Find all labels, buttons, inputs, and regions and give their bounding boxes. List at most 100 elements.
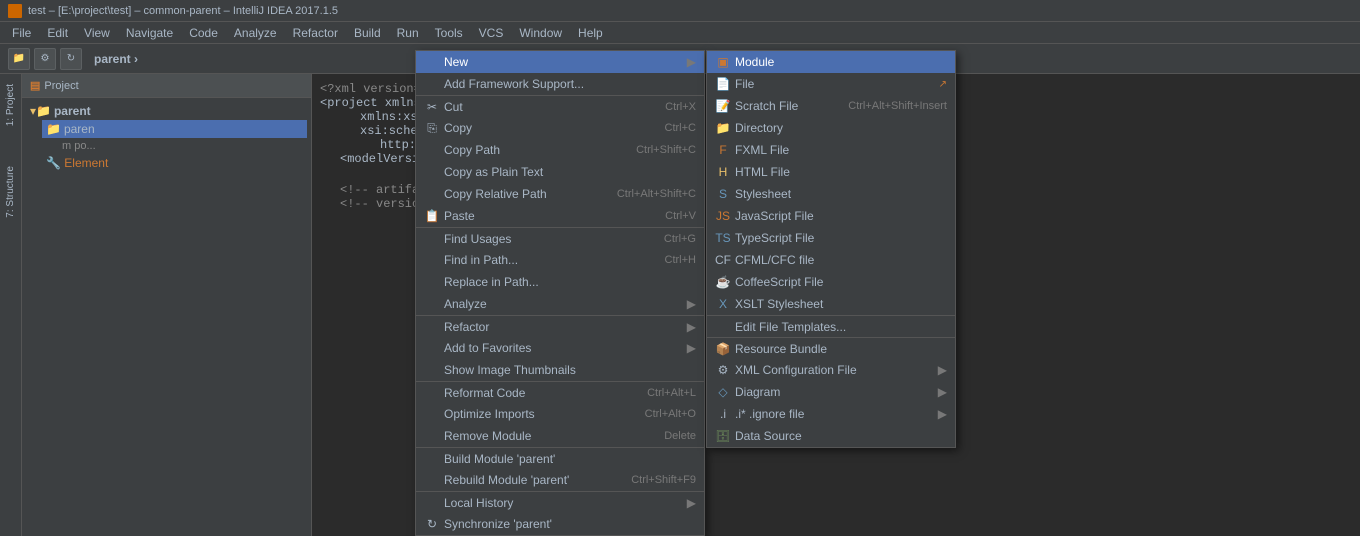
sub-label-xml-config: XML Configuration File: [735, 363, 934, 377]
menu-view[interactable]: View: [76, 24, 118, 42]
menu-run[interactable]: Run: [389, 24, 427, 42]
dir-icon: 📁: [715, 120, 731, 136]
ctx-item-new[interactable]: New ▶: [416, 51, 704, 73]
menu-vcs[interactable]: VCS: [471, 24, 512, 42]
ctx-item-refactor[interactable]: Refactor ▶: [416, 315, 704, 337]
tree-item-label: parent: [54, 104, 91, 118]
sub-item-css[interactable]: S Stylesheet: [707, 183, 955, 205]
ctx-item-find-usages[interactable]: Find Usages Ctrl+G: [416, 227, 704, 249]
cfml-icon: CF: [715, 252, 731, 268]
sub-item-dir[interactable]: 📁 Directory: [707, 117, 955, 139]
ctx-item-find-path[interactable]: Find in Path... Ctrl+H: [416, 249, 704, 271]
ctx-item-paste[interactable]: 📋 Paste Ctrl+V: [416, 205, 704, 227]
ctx-item-analyze[interactable]: Analyze ▶: [416, 293, 704, 315]
menu-file[interactable]: File: [4, 24, 39, 42]
sub-item-file[interactable]: 📄 File ↗: [707, 73, 955, 95]
tree-item-element[interactable]: 🔧 Element: [42, 154, 307, 172]
ctx-item-synchronize[interactable]: ↻ Synchronize 'parent': [416, 513, 704, 535]
menu-navigate[interactable]: Navigate: [118, 24, 181, 42]
sub-label-module: Module: [735, 55, 947, 69]
ctx-item-thumbnails[interactable]: Show Image Thumbnails: [416, 359, 704, 381]
gitignore-icon: .i: [715, 406, 731, 422]
module-icon: ▣: [715, 54, 731, 70]
menu-refactor[interactable]: Refactor: [285, 24, 346, 42]
sub-item-xslt[interactable]: X XSLT Stylesheet: [707, 293, 955, 315]
ctx-item-copy-plain[interactable]: Copy as Plain Text: [416, 161, 704, 183]
sub-item-scratch[interactable]: 📝 Scratch File Ctrl+Alt+Shift+Insert: [707, 95, 955, 117]
paste-icon: 📋: [424, 208, 440, 224]
ctx-label-thumbnails: Show Image Thumbnails: [444, 363, 696, 377]
sub-item-fxml[interactable]: F FXML File: [707, 139, 955, 161]
sub-item-datasource[interactable]: 🗄 Data Source: [707, 425, 955, 447]
ctx-item-copy-path[interactable]: Copy Path Ctrl+Shift+C: [416, 139, 704, 161]
ctx-item-build[interactable]: Build Module 'parent': [416, 447, 704, 469]
ctx-item-remove-module[interactable]: Remove Module Delete: [416, 425, 704, 447]
menu-build[interactable]: Build: [346, 24, 389, 42]
ctx-item-favorites[interactable]: Add to Favorites ▶: [416, 337, 704, 359]
ctx-label-local-history: Local History: [444, 496, 683, 510]
tree-item-parent[interactable]: ▾📁 parent: [26, 102, 307, 120]
title-text: test – [E:\project\test] – common-parent…: [28, 5, 338, 17]
sub-label-js: JavaScript File: [735, 209, 947, 223]
menu-code[interactable]: Code: [181, 24, 226, 42]
menu-help[interactable]: Help: [570, 24, 611, 42]
sub-item-html[interactable]: H HTML File: [707, 161, 955, 183]
js-icon: JS: [715, 208, 731, 224]
menu-tools[interactable]: Tools: [427, 24, 471, 42]
toolbar-sync-btn[interactable]: ↻: [60, 48, 82, 70]
build-icon: [424, 451, 440, 467]
vtab-structure[interactable]: 7: Structure: [5, 166, 16, 218]
menu-edit[interactable]: Edit: [39, 24, 76, 42]
sub-item-bundle[interactable]: 📦 Resource Bundle: [707, 337, 955, 359]
ctx-label-cut: Cut: [444, 100, 645, 114]
ctx-item-replace-path[interactable]: Replace in Path...: [416, 271, 704, 293]
ctx-label-reformat: Reformat Code: [444, 386, 627, 400]
sub-label-coffee: CoffeeScript File: [735, 275, 947, 289]
breadcrumb: parent ›: [94, 52, 138, 66]
sub-item-js[interactable]: JS JavaScript File: [707, 205, 955, 227]
sub-label-gitignore: .i* .ignore file: [735, 407, 934, 421]
sub-item-gitignore[interactable]: .i .i* .ignore file ▶: [707, 403, 955, 425]
sub-label-html: HTML File: [735, 165, 947, 179]
sub-arrow-diagram: ▶: [938, 385, 947, 399]
analyze-icon: [424, 296, 440, 312]
vtab-project[interactable]: 1: Project: [5, 84, 16, 126]
menu-window[interactable]: Window: [511, 24, 570, 42]
sub-item-xml-config[interactable]: ⚙ XML Configuration File ▶: [707, 359, 955, 381]
ctx-arrow-favorites: ▶: [687, 341, 696, 355]
tree-item-m-po[interactable]: m po...: [58, 138, 307, 154]
tree-item-paren-selected[interactable]: 📁 paren: [42, 120, 307, 138]
ctx-item-rebuild[interactable]: Rebuild Module 'parent' Ctrl+Shift+F9: [416, 469, 704, 491]
sub-label-diagram: Diagram: [735, 385, 934, 399]
sub-item-coffee[interactable]: ☕ CoffeeScript File: [707, 271, 955, 293]
sub-item-edit-templates[interactable]: Edit File Templates...: [707, 315, 955, 337]
diagram-icon: ◇: [715, 384, 731, 400]
ctx-arrow-analyze: ▶: [687, 297, 696, 311]
sub-item-cfml[interactable]: CF CFML/CFC file: [707, 249, 955, 271]
remove-module-icon: [424, 428, 440, 444]
sub-label-bundle: Resource Bundle: [735, 342, 947, 356]
ctx-item-reformat[interactable]: Reformat Code Ctrl+Alt+L: [416, 381, 704, 403]
title-bar: test – [E:\project\test] – common-parent…: [0, 0, 1360, 22]
sub-item-diagram[interactable]: ◇ Diagram ▶: [707, 381, 955, 403]
ctx-item-framework[interactable]: Add Framework Support...: [416, 73, 704, 95]
ctx-item-copy[interactable]: ⎘ Copy Ctrl+C: [416, 117, 704, 139]
ctx-item-cut[interactable]: ✂ Cut Ctrl+X: [416, 95, 704, 117]
toolbar-settings-btn[interactable]: ⚙: [34, 48, 56, 70]
sub-item-module[interactable]: ▣ Module: [707, 51, 955, 73]
xml-config-icon: ⚙: [715, 362, 731, 378]
sub-label-ts: TypeScript File: [735, 231, 947, 245]
fxml-icon: F: [715, 142, 731, 158]
ctx-label-find-path: Find in Path...: [444, 253, 645, 267]
ctx-label-replace-path: Replace in Path...: [444, 275, 696, 289]
ctx-label-find-usages: Find Usages: [444, 232, 644, 246]
menu-analyze[interactable]: Analyze: [226, 24, 285, 42]
ctx-arrow-new: ▶: [687, 55, 696, 69]
ctx-item-local-history[interactable]: Local History ▶: [416, 491, 704, 513]
ctx-label-paste: Paste: [444, 209, 645, 223]
toolbar-folder-btn[interactable]: 📁: [8, 48, 30, 70]
ctx-item-copy-rel[interactable]: Copy Relative Path Ctrl+Alt+Shift+C: [416, 183, 704, 205]
ctx-item-optimize[interactable]: Optimize Imports Ctrl+Alt+O: [416, 403, 704, 425]
sub-label-cfml: CFML/CFC file: [735, 253, 947, 267]
sub-item-ts[interactable]: TS TypeScript File: [707, 227, 955, 249]
